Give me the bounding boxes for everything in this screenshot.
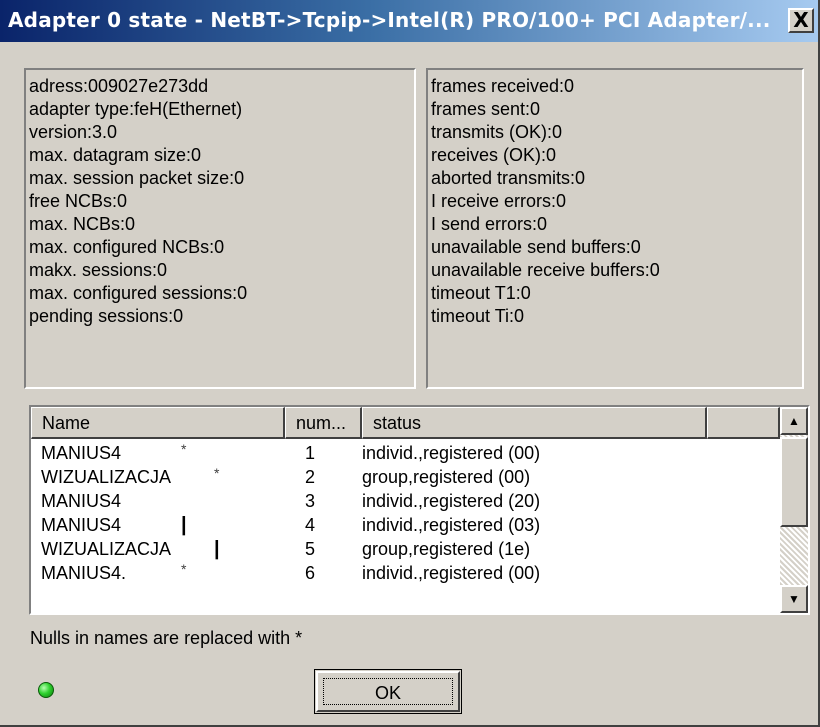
column-header-empty[interactable] xyxy=(707,407,780,439)
scrollbar-thumb[interactable] xyxy=(780,437,808,527)
statistics-panel: frames received:0 frames sent:0 transmits … xyxy=(426,68,804,389)
ok-button-label: OK xyxy=(323,678,453,705)
table-row[interactable]: MANIUS4 * 1 individ.,registered (00) xyxy=(31,441,780,465)
statistics-line: unavailable send buffers:0 xyxy=(431,237,641,257)
adapter-info-list: adress:009027e273dd adapter type:feH(Ethe… xyxy=(29,75,247,328)
column-header-status[interactable]: status xyxy=(362,407,707,439)
adapter-info-line: max. configured NCBs:0 xyxy=(29,237,225,257)
status-cell: individ.,registered (00) xyxy=(362,443,541,463)
names-list-view[interactable]: Name num... status MANIUS4 * 1 individ.,reg… xyxy=(29,405,810,615)
status-cell: group,registered (00) xyxy=(362,467,531,487)
statistics-line: I send errors:0 xyxy=(431,214,548,234)
null-marker: * xyxy=(181,441,187,457)
table-row[interactable]: MANIUS4 | 4 individ.,registered (03) xyxy=(31,513,780,537)
scroll-up-button[interactable]: ▲ xyxy=(780,407,808,435)
statistics-line: aborted transmits:0 xyxy=(431,168,586,188)
adapter-info-line: adapter type:feH(Ethernet) xyxy=(29,99,243,119)
ok-button[interactable]: OK xyxy=(314,669,462,714)
status-cell: individ.,registered (03) xyxy=(362,515,541,535)
name-cell: WIZUALIZACJA xyxy=(41,539,172,559)
adapter-info-line: max. datagram size:0 xyxy=(29,145,202,165)
num-cell: 1 xyxy=(304,443,315,463)
scroll-down-button[interactable]: ▼ xyxy=(780,585,808,613)
num-cell: 3 xyxy=(304,491,315,511)
adapter-info-line: makx. sessions:0 xyxy=(29,260,168,280)
close-icon: X xyxy=(793,8,809,32)
arrow-down-icon: ▼ xyxy=(788,592,800,606)
null-marker: * xyxy=(214,465,220,481)
num-cell: 6 xyxy=(304,563,315,583)
name-cell: MANIUS4 xyxy=(41,491,122,511)
num-cell: 5 xyxy=(304,539,315,559)
statistics-line: frames sent:0 xyxy=(431,99,541,119)
adapter-info-line: free NCBs:0 xyxy=(29,191,128,211)
name-cell: MANIUS4 xyxy=(41,443,122,463)
statistics-line: timeout T1:0 xyxy=(431,283,531,303)
name-cell: MANIUS4. xyxy=(41,563,127,583)
names-table-body: MANIUS4 * 1 individ.,registered (00) WIZUALI… xyxy=(31,441,780,585)
close-button[interactable]: X xyxy=(788,8,814,33)
arrow-up-icon: ▲ xyxy=(788,414,800,428)
null-marker: | xyxy=(181,514,187,536)
statistics-list: frames received:0 frames sent:0 transmits … xyxy=(431,75,660,328)
nulls-note: Nulls in names are replaced with * xyxy=(30,628,303,648)
table-row[interactable]: MANIUS4. * 6 individ.,registered (00) xyxy=(31,561,780,585)
column-header-num[interactable]: num... xyxy=(285,407,362,439)
adapter-info-line: pending sessions:0 xyxy=(29,306,184,326)
adapter-info-line: adress:009027e273dd xyxy=(29,76,209,96)
num-cell: 4 xyxy=(304,515,315,535)
num-cell: 2 xyxy=(304,467,315,487)
adapter-state-dialog: Adapter 0 state - NetBT->Tcpip->Intel(R)… xyxy=(0,0,820,727)
adapter-info-panel: adress:009027e273dd adapter type:feH(Ethe… xyxy=(24,68,416,389)
table-row[interactable]: WIZUALIZACJA | 5 group,registered (1e) xyxy=(31,537,780,561)
window-title: Adapter 0 state - NetBT->Tcpip->Intel(R)… xyxy=(8,8,771,32)
name-cell: WIZUALIZACJA xyxy=(41,467,172,487)
statistics-line: transmits (OK):0 xyxy=(431,122,563,142)
statistics-line: frames received:0 xyxy=(431,76,575,96)
status-cell: individ.,registered (20) xyxy=(362,491,541,511)
statistics-line: unavailable receive buffers:0 xyxy=(431,260,660,280)
status-led-icon xyxy=(38,682,54,698)
table-row[interactable]: WIZUALIZACJA * 2 group,registered (00) xyxy=(31,465,780,489)
statistics-line: receives (OK):0 xyxy=(431,145,557,165)
column-header-name[interactable]: Name xyxy=(31,407,285,439)
title-bar[interactable]: Adapter 0 state - NetBT->Tcpip->Intel(R)… xyxy=(0,0,818,42)
statistics-line: I receive errors:0 xyxy=(431,191,567,211)
adapter-info-line: max. session packet size:0 xyxy=(29,168,245,188)
null-marker: | xyxy=(214,538,220,560)
adapter-info-line: max. NCBs:0 xyxy=(29,214,136,234)
vertical-scrollbar[interactable]: ▲ ▼ xyxy=(780,407,808,613)
status-cell: individ.,registered (00) xyxy=(362,563,541,583)
list-header: Name num... status xyxy=(31,407,780,439)
name-cell: MANIUS4 xyxy=(41,515,122,535)
adapter-info-line: max. configured sessions:0 xyxy=(29,283,248,303)
adapter-info-line: version:3.0 xyxy=(29,122,118,142)
table-row[interactable]: MANIUS4 3 individ.,registered (20) xyxy=(31,489,780,513)
null-marker: * xyxy=(181,561,187,577)
statistics-line: timeout Ti:0 xyxy=(431,306,525,326)
status-cell: group,registered (1e) xyxy=(362,539,531,559)
